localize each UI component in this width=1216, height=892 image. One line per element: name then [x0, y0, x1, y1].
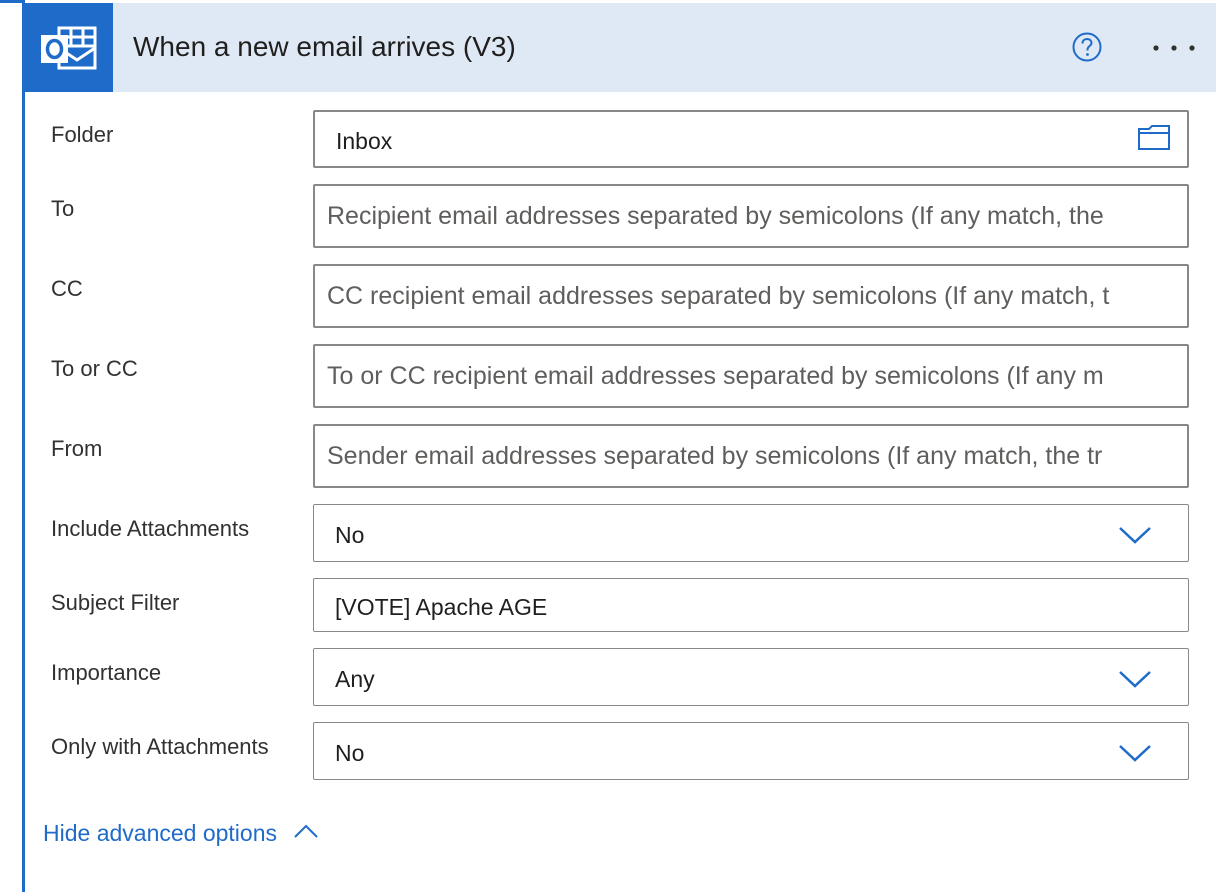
- only-with-attachments-dropdown[interactable]: No: [313, 722, 1189, 780]
- subject-filter-value: [VOTE] Apache AGE: [335, 594, 548, 620]
- chevron-up-icon: [294, 824, 318, 838]
- more-horizontal-icon[interactable]: [1151, 40, 1197, 56]
- to-label: To: [51, 196, 75, 221]
- include-attachments-label: Include Attachments: [51, 516, 250, 541]
- only-with-attachments-label: Only with Attachments: [51, 734, 269, 759]
- help-circle-icon[interactable]: [1072, 32, 1102, 62]
- to-field[interactable]: [313, 184, 1189, 248]
- hide-advanced-options-label: Hide advanced options: [43, 820, 277, 846]
- only-with-attachments-value: No: [335, 740, 365, 766]
- chevron-down-icon[interactable]: [1118, 525, 1152, 545]
- folder-value: Inbox: [336, 128, 393, 154]
- to-or-cc-field[interactable]: [313, 344, 1189, 408]
- from-input[interactable]: [327, 426, 1187, 486]
- folder-icon[interactable]: [1137, 125, 1171, 151]
- folder-field[interactable]: Inbox: [313, 110, 1189, 168]
- folder-label: Folder: [51, 122, 114, 147]
- to-or-cc-label: To or CC: [51, 356, 138, 381]
- from-field[interactable]: [313, 424, 1189, 488]
- cc-input[interactable]: [327, 266, 1187, 326]
- to-or-cc-input[interactable]: [327, 346, 1187, 406]
- importance-dropdown[interactable]: Any: [313, 648, 1189, 706]
- include-attachments-dropdown[interactable]: No: [313, 504, 1189, 562]
- from-label: From: [51, 436, 103, 461]
- chevron-down-icon[interactable]: [1118, 743, 1152, 763]
- chevron-down-icon[interactable]: [1118, 669, 1152, 689]
- to-input[interactable]: [327, 186, 1187, 246]
- include-attachments-value: No: [335, 522, 365, 548]
- hide-advanced-options-link[interactable]: Hide advanced options: [43, 820, 319, 847]
- trigger-title: When a new email arrives (V3): [133, 31, 516, 62]
- cc-field[interactable]: [313, 264, 1189, 328]
- outlook-logo: [22, 3, 113, 92]
- card-header[interactable]: When a new email arrives (V3): [22, 3, 1216, 92]
- cc-label: CC: [51, 276, 83, 301]
- importance-value: Any: [335, 666, 375, 692]
- importance-label: Importance: [51, 660, 162, 685]
- subject-filter-field[interactable]: [VOTE] Apache AGE: [313, 578, 1189, 632]
- subject-filter-label: Subject Filter: [51, 590, 180, 615]
- outlook-icon: [41, 26, 97, 70]
